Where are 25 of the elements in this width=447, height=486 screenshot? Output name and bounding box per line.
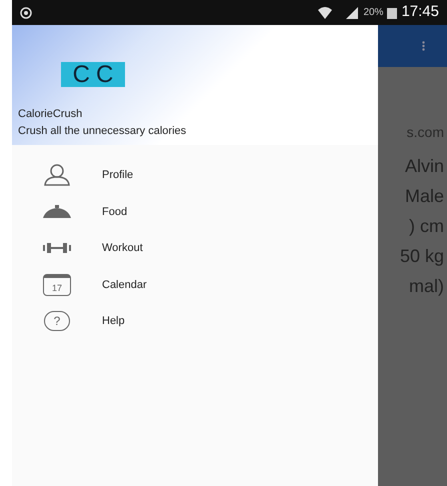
wifi-icon [317, 6, 334, 20]
profile-text: 50 kg [400, 245, 444, 268]
dumbbell-icon [42, 243, 72, 254]
person-icon [43, 164, 71, 186]
clock-time: 17:45 [401, 2, 439, 22]
help-icon: ? [44, 311, 70, 332]
cloche-icon [42, 204, 72, 219]
battery-percent: 20% [363, 6, 384, 20]
drawer-item[interactable]: 17 Calendar [12, 266, 378, 303]
app-tagline: Crush all the unnecessary calories [18, 124, 188, 138]
logo-letter: C [96, 62, 114, 86]
profile-text: ) cm [409, 215, 444, 238]
drawer-item[interactable]: Workout [12, 230, 378, 266]
profile-text: mal) [409, 275, 444, 298]
drawer-item[interactable]: Profile [12, 157, 378, 194]
battery-icon [387, 6, 398, 18]
signal-icon [345, 6, 360, 18]
logo-letter: C [72, 62, 90, 86]
app-name: CalorieCrush [18, 107, 84, 122]
drawer-item[interactable]: ? Help [12, 303, 378, 340]
profile-text: Male [404, 185, 444, 208]
profile-text: Alvin [404, 155, 444, 178]
more-icon [422, 41, 425, 51]
drawer-item[interactable]: Food [12, 194, 378, 230]
calendar-icon: 17 [43, 274, 71, 296]
